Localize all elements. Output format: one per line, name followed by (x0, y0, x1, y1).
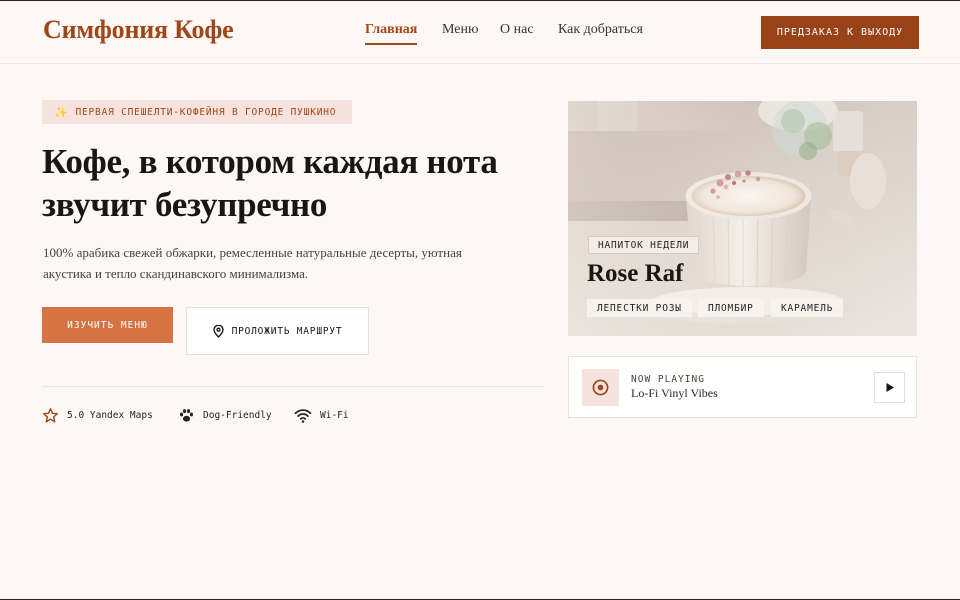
track-title: Lo-Fi Vinyl Vibes (631, 386, 718, 400)
nav-item-directions[interactable]: Как добраться (558, 22, 643, 38)
hero-badge: ✨ ПЕРВАЯ СПЕШЕЛТИ-КОФЕЙНЯ В ГОРОДЕ ПУШКИ… (42, 100, 352, 124)
paw-icon (179, 408, 194, 422)
site-header: Симфония Кофе Главная Меню О нас Как доб… (0, 1, 960, 64)
build-route-button[interactable]: ПРОЛОЖИТЬ МАРШРУТ (186, 307, 369, 355)
hero-title: Кофе, в котором каждая нота звучит безуп… (42, 142, 498, 224)
explore-menu-button[interactable]: ИЗУЧИТЬ МЕНЮ (42, 307, 173, 343)
play-icon (886, 383, 894, 392)
drink-of-week-card[interactable]: НАПИТОК НЕДЕЛИ Rose Raf ЛЕПЕСТКИ РОЗЫ ПЛ… (568, 101, 917, 336)
hero-divider (42, 386, 544, 387)
feature-rating: 5.0 Yandex Maps (42, 405, 153, 425)
music-player: NOW PLAYING Lo-Fi Vinyl Vibes (568, 356, 917, 418)
chip-caramel: КАРАМЕЛЬ (771, 299, 844, 317)
feature-rating-label: 5.0 Yandex Maps (67, 409, 153, 421)
hero-lead: 100% арабика свежей обжарки, ремесленные… (43, 245, 462, 281)
nav-item-home[interactable]: Главная (365, 22, 417, 38)
now-playing-label: NOW PLAYING (631, 374, 705, 385)
chip-rose-petals: ЛЕПЕСТКИ РОЗЫ (587, 299, 692, 317)
brand-logo[interactable]: Симфония Кофе (43, 15, 234, 45)
nav-active-underline (365, 43, 417, 45)
chip-ice-cream: ПЛОМБИР (698, 299, 764, 317)
map-pin-icon (212, 324, 224, 338)
nav-item-about[interactable]: О нас (500, 22, 534, 38)
play-button[interactable] (874, 372, 905, 403)
hero-badge-text: ПЕРВАЯ СПЕШЕЛТИ-КОФЕЙНЯ В ГОРОДЕ ПУШКИНО (75, 106, 337, 118)
build-route-label: ПРОЛОЖИТЬ МАРШРУТ (231, 325, 343, 337)
feature-wifi: Wi-Fi (294, 405, 349, 425)
star-icon (42, 407, 59, 422)
drink-of-week-tag: НАПИТОК НЕДЕЛИ (588, 236, 700, 254)
feature-dog-friendly: Dog-Friendly (178, 405, 272, 425)
wifi-icon (294, 408, 312, 423)
sparkle-icon: ✨ (54, 105, 69, 119)
vinyl-record-icon (582, 369, 619, 406)
preorder-button[interactable]: ПРЕДЗАКАЗ К ВЫХОДУ (761, 16, 919, 49)
drink-name: Rose Raf (587, 260, 684, 287)
feature-dog-friendly-label: Dog-Friendly (203, 409, 272, 421)
feature-wifi-label: Wi-Fi (320, 409, 349, 421)
nav-item-menu[interactable]: Меню (442, 22, 478, 38)
